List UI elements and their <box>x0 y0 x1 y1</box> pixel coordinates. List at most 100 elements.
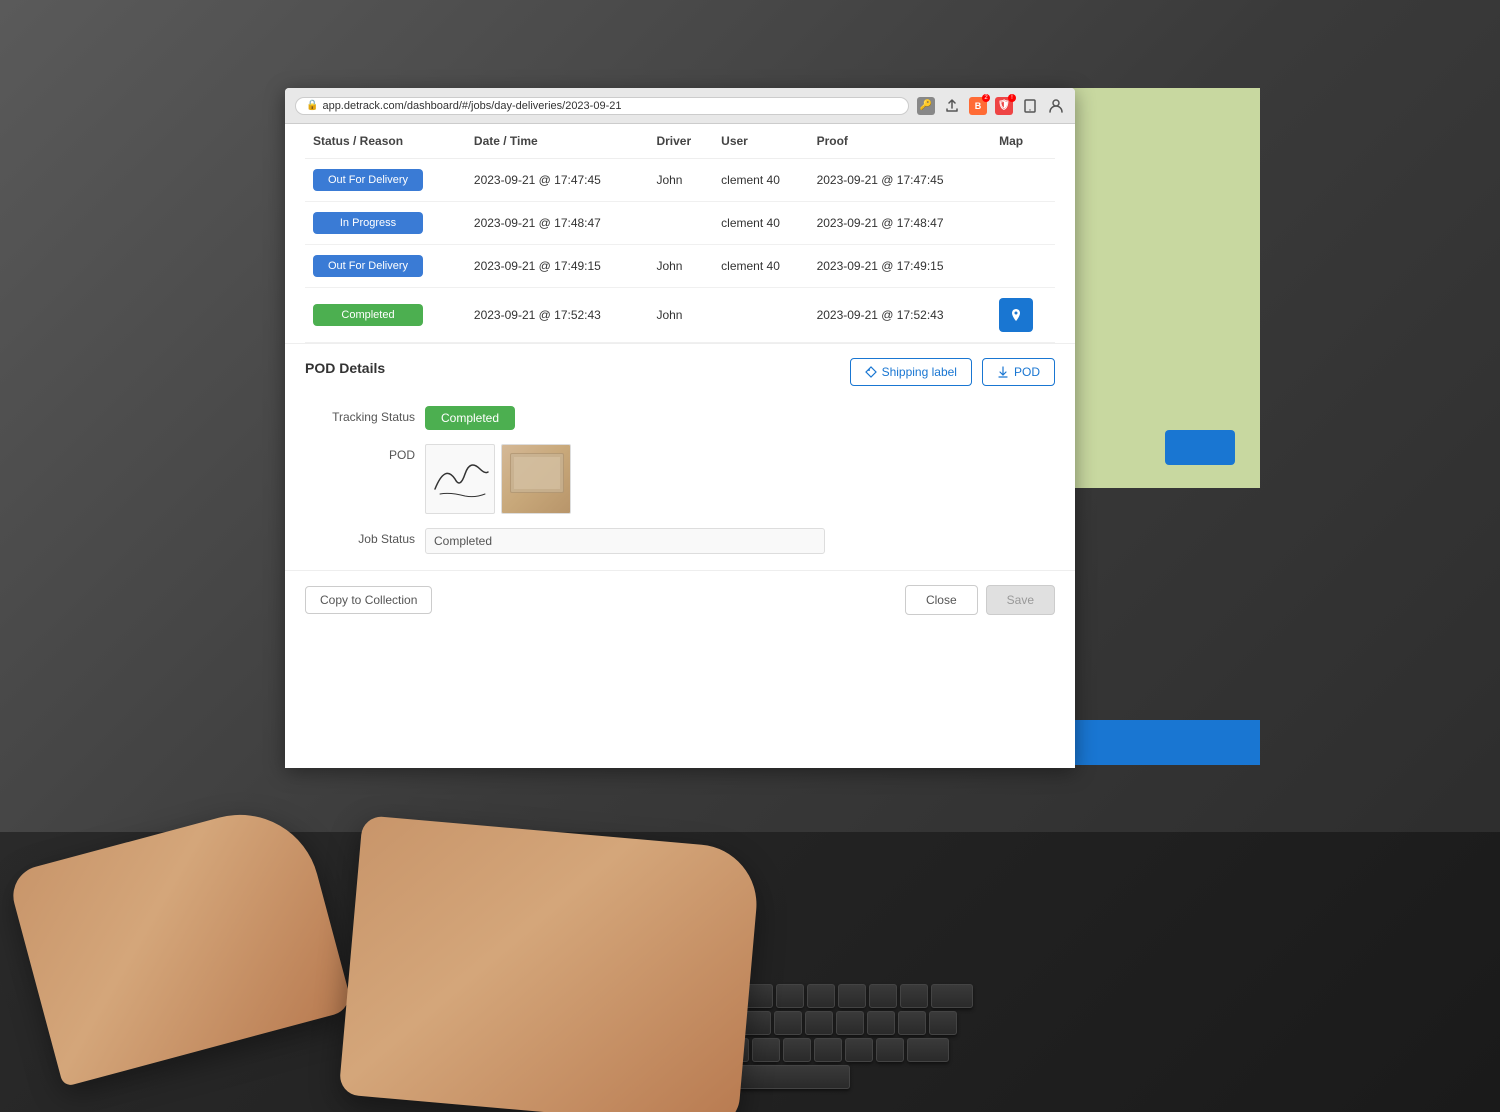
map-cell <box>991 245 1055 288</box>
status-badge-out-for-delivery-2: Out For Delivery <box>313 255 423 277</box>
pod-form: Tracking Status Completed POD <box>305 406 1055 554</box>
key <box>774 1011 802 1035</box>
url-bar[interactable]: 🔒 app.detrack.com/dashboard/#/jobs/day-d… <box>295 97 909 115</box>
pod-download-button[interactable]: POD <box>982 358 1055 386</box>
datetime-cell: 2023-09-21 @ 17:49:15 <box>466 245 649 288</box>
browser-content: Status / Reason Date / Time Driver User … <box>285 124 1075 768</box>
table-row: Out For Delivery 2023-09-21 @ 17:47:45 J… <box>305 159 1055 202</box>
col-user: User <box>713 124 808 159</box>
user-cell: clement 40 <box>713 202 808 245</box>
key <box>898 1011 926 1035</box>
table-row: Out For Delivery 2023-09-21 @ 17:49:15 J… <box>305 245 1055 288</box>
hand-right <box>339 815 762 1112</box>
col-proof: Proof <box>809 124 992 159</box>
copy-to-collection-button[interactable]: Copy to Collection <box>305 586 432 614</box>
key <box>876 1038 904 1062</box>
job-status-label: Job Status <box>305 528 415 546</box>
job-status-value <box>425 528 1055 554</box>
map-action-button[interactable] <box>1165 430 1235 465</box>
key <box>805 1011 833 1035</box>
status-history-table: Status / Reason Date / Time Driver User … <box>285 124 1075 343</box>
key-extension: 🔑 <box>917 97 935 115</box>
shield-icon[interactable]: 🛡 ! <box>995 97 1013 115</box>
key <box>931 984 973 1008</box>
key <box>929 1011 957 1035</box>
package-inner <box>514 457 560 489</box>
key-row-3 <box>50 1038 1450 1062</box>
key <box>869 984 897 1008</box>
map-location-button[interactable] <box>999 298 1033 332</box>
key <box>900 984 928 1008</box>
map-cell <box>991 202 1055 245</box>
profile-icon[interactable] <box>1047 97 1065 115</box>
pod-label: POD <box>305 444 415 462</box>
col-datetime: Date / Time <box>466 124 649 159</box>
col-driver: Driver <box>648 124 713 159</box>
key <box>867 1011 895 1035</box>
key <box>814 1038 842 1062</box>
lock-icon: 🔒 <box>306 100 318 111</box>
status-badge-in-progress: In Progress <box>313 212 423 234</box>
col-status: Status / Reason <box>305 124 466 159</box>
map-bottom-button[interactable] <box>1060 720 1260 765</box>
job-status-row: Job Status <box>305 528 1055 554</box>
status-cell: Out For Delivery <box>305 159 466 202</box>
status-badge-out-for-delivery: Out For Delivery <box>313 169 423 191</box>
key-icon[interactable]: 🔑 <box>917 97 935 115</box>
pod-images-container <box>425 444 1055 514</box>
map-cell[interactable] <box>991 288 1055 343</box>
pod-section-title: POD Details <box>305 360 385 376</box>
pod-btn-text: POD <box>1014 365 1040 379</box>
user-cell: clement 40 <box>713 245 808 288</box>
status-cell: In Progress <box>305 202 466 245</box>
driver-cell: John <box>648 245 713 288</box>
pod-action-buttons: Shipping label POD <box>850 358 1055 386</box>
form-action-buttons: Close Save <box>905 585 1055 615</box>
extension-icon[interactable]: B 2 <box>969 97 987 115</box>
notification-badge: 2 <box>982 94 990 102</box>
tag-icon <box>865 366 877 378</box>
shield-badge: ! <box>1008 94 1016 102</box>
proof-cell: 2023-09-21 @ 17:52:43 <box>809 288 992 343</box>
datetime-cell: 2023-09-21 @ 17:48:47 <box>466 202 649 245</box>
shipping-label-button[interactable]: Shipping label <box>850 358 972 386</box>
tablet-icon[interactable] <box>1021 97 1039 115</box>
driver-cell <box>648 202 713 245</box>
key <box>838 984 866 1008</box>
job-status-input[interactable] <box>425 528 825 554</box>
driver-cell: John <box>648 288 713 343</box>
tracking-status-badge: Completed <box>425 406 515 430</box>
pod-images-row: POD <box>305 444 1055 514</box>
url-text: app.detrack.com/dashboard/#/jobs/day-del… <box>322 100 621 112</box>
browser-actions: 🔑 B 2 🛡 ! <box>917 97 1065 115</box>
save-button[interactable]: Save <box>986 585 1055 615</box>
user-cell: clement 40 <box>713 159 808 202</box>
pod-signature-image[interactable] <box>425 444 495 514</box>
table-row: Completed 2023-09-21 @ 17:52:43 John 202… <box>305 288 1055 343</box>
shipping-label-text: Shipping label <box>882 365 957 379</box>
table-row: In Progress 2023-09-21 @ 17:48:47 clemen… <box>305 202 1055 245</box>
pod-details-section: POD Details Shipping label <box>285 343 1075 631</box>
status-cell: Completed <box>305 288 466 343</box>
datetime-cell: 2023-09-21 @ 17:52:43 <box>466 288 649 343</box>
status-badge-completed: Completed <box>313 304 423 326</box>
form-bottom-actions: Copy to Collection Close Save <box>285 570 1075 615</box>
datetime-cell: 2023-09-21 @ 17:47:45 <box>466 159 649 202</box>
pod-package-image[interactable] <box>501 444 571 514</box>
key-row-4 <box>50 1065 1450 1089</box>
key <box>743 1011 771 1035</box>
browser-toolbar: 🔒 app.detrack.com/dashboard/#/jobs/day-d… <box>285 88 1075 124</box>
col-map: Map <box>991 124 1055 159</box>
tracking-status-label: Tracking Status <box>305 406 415 424</box>
signature-svg <box>430 454 490 504</box>
proof-cell: 2023-09-21 @ 17:47:45 <box>809 159 992 202</box>
key <box>807 984 835 1008</box>
key <box>776 984 804 1008</box>
map-panel <box>1060 88 1260 488</box>
close-button[interactable]: Close <box>905 585 978 615</box>
share-icon[interactable] <box>943 97 961 115</box>
map-cell <box>991 159 1055 202</box>
driver-cell: John <box>648 159 713 202</box>
tracking-status-value: Completed <box>425 406 1055 430</box>
download-icon <box>997 366 1009 378</box>
